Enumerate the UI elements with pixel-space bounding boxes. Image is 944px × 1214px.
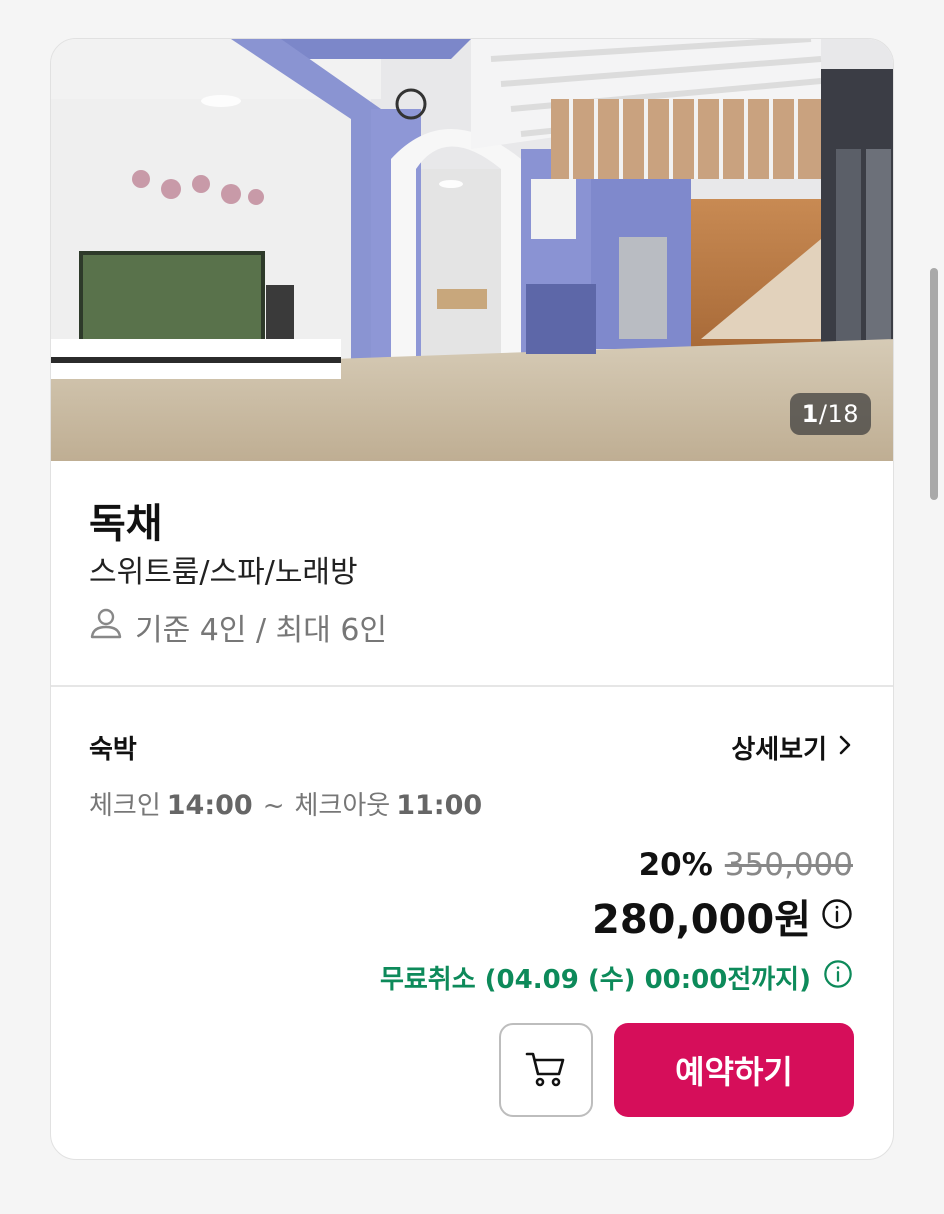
info-icon[interactable] (821, 898, 853, 934)
person-icon (89, 606, 123, 648)
free-cancel-row: 무료취소 (04.09 (수) 00:00전까지) (380, 959, 853, 996)
cart-icon (524, 1046, 568, 1094)
photo-counter-separator: / (818, 400, 828, 428)
time-range-separator: ~ (262, 791, 285, 821)
book-button[interactable]: 예약하기 (614, 1023, 854, 1117)
checkout-time: 11:00 (396, 790, 483, 821)
discount-row: 20% 350,000 (380, 847, 853, 883)
room-photo[interactable]: 1 / 18 (51, 39, 893, 461)
room-capacity: 기준 4인 / 최대 6인 (89, 605, 387, 649)
chevron-right-icon (837, 733, 853, 763)
free-cancel-notice: 무료취소 (04.09 (수) 00:00전까지) (379, 965, 811, 995)
details-link[interactable]: 상세보기 (731, 729, 853, 766)
room-name: 독채 (89, 501, 163, 547)
checkin-checkout-times: 체크인 14:00 ~ 체크아웃 11:00 (89, 785, 482, 822)
section-divider (51, 685, 893, 687)
checkin-time: 14:00 (166, 790, 253, 821)
room-photo-image (51, 39, 893, 461)
original-price: 350,000 (724, 847, 853, 883)
final-price-row: 280,000원 (380, 887, 853, 945)
page-scrollbar[interactable] (930, 268, 938, 500)
final-price: 280,000원 (592, 897, 811, 943)
details-link-label: 상세보기 (731, 735, 827, 765)
info-icon[interactable] (823, 959, 853, 996)
room-description: 스위트룸/스파/노래방 (89, 555, 358, 590)
add-to-cart-button[interactable] (499, 1023, 593, 1117)
capacity-text: 기준 4인 / 최대 6인 (135, 613, 388, 648)
discount-rate: 20% (638, 847, 713, 883)
photo-counter: 1 / 18 (789, 393, 871, 435)
stay-type-label: 숙박 (89, 735, 137, 765)
photo-counter-total: 18 (827, 400, 859, 428)
checkin-label: 체크인 (89, 791, 161, 821)
checkout-label: 체크아웃 (294, 791, 391, 821)
photo-counter-current: 1 (801, 400, 819, 428)
price-area: 20% 350,000 280,000원 무료취소 (04.09 (수) 00:… (380, 847, 853, 996)
room-card: 1 / 18 독채 스위트룸/스파/노래방 기준 4인 / 최대 6인 숙박 상… (50, 38, 894, 1160)
